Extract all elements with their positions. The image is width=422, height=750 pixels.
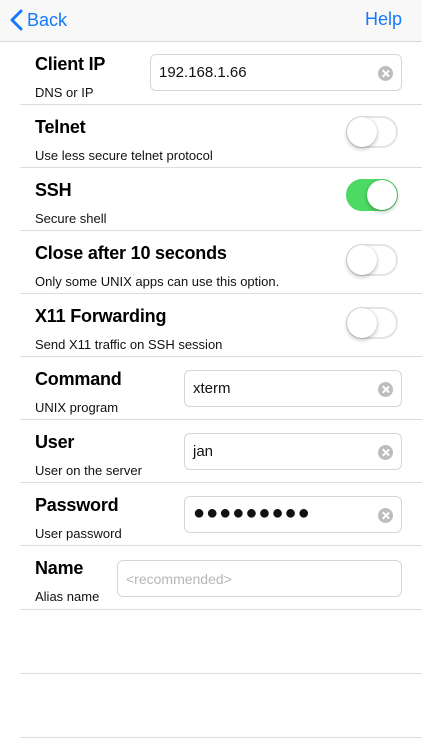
- telnet-row: Telnet Use less secure telnet protocol: [20, 105, 422, 168]
- ssh-subtitle: Secure shell: [35, 211, 107, 226]
- help-button[interactable]: Help: [365, 9, 402, 30]
- x11-toggle[interactable]: [346, 307, 398, 339]
- name-title: Name: [35, 558, 84, 578]
- client-ip-title: Client IP: [35, 54, 106, 74]
- x11-row: X11 Forwarding Send X11 traffic on SSH s…: [20, 294, 422, 357]
- toggle-knob: [347, 308, 377, 338]
- client-ip-value: 192.168.1.66: [159, 64, 247, 81]
- command-value: xterm: [193, 380, 231, 397]
- user-field[interactable]: jan: [184, 433, 402, 470]
- back-label: Back: [27, 9, 68, 30]
- command-field[interactable]: xterm: [184, 370, 402, 407]
- toggle-knob: [347, 117, 377, 147]
- password-value: ●●●●●●●●●: [193, 502, 311, 524]
- name-row: Name Alias name <recommended>: [20, 546, 422, 610]
- name-field[interactable]: <recommended>: [117, 560, 402, 597]
- name-subtitle: Alias name: [35, 589, 100, 604]
- toggle-knob: [367, 180, 397, 210]
- password-subtitle: User password: [35, 526, 122, 541]
- password-field[interactable]: ●●●●●●●●●: [184, 496, 402, 533]
- command-title: Command: [35, 369, 122, 389]
- x11-subtitle: Send X11 traffic on SSH session: [35, 337, 223, 352]
- telnet-title: Telnet: [35, 117, 86, 137]
- back-button[interactable]: Back: [10, 6, 67, 34]
- password-row: Password User password ●●●●●●●●●: [20, 483, 422, 546]
- user-row: User User on the server jan: [20, 420, 422, 483]
- telnet-toggle[interactable]: [346, 116, 398, 148]
- command-subtitle: UNIX program: [35, 400, 119, 415]
- client-ip-subtitle: DNS or IP: [35, 85, 94, 100]
- client-ip-row: Client IP DNS or IP 192.168.1.66: [20, 42, 422, 105]
- clear-icon[interactable]: [378, 445, 393, 460]
- close-after-toggle[interactable]: [346, 244, 398, 276]
- empty-row: [20, 610, 422, 674]
- user-title: User: [35, 432, 75, 452]
- ssh-toggle[interactable]: [346, 179, 398, 211]
- ssh-row: SSH Secure shell: [20, 168, 422, 231]
- password-title: Password: [35, 495, 119, 515]
- command-row: Command UNIX program xterm: [20, 357, 422, 420]
- close-after-subtitle: Only some UNIX apps can use this option.: [35, 274, 280, 289]
- navigation-bar: Back Help: [0, 0, 422, 42]
- toggle-knob: [347, 245, 377, 275]
- x11-title: X11 Forwarding: [35, 306, 167, 326]
- close-after-row: Close after 10 seconds Only some UNIX ap…: [20, 231, 422, 294]
- client-ip-field[interactable]: 192.168.1.66: [150, 54, 402, 91]
- telnet-subtitle: Use less secure telnet protocol: [35, 148, 213, 163]
- user-subtitle: User on the server: [35, 463, 142, 478]
- close-after-title: Close after 10 seconds: [35, 243, 227, 263]
- user-value: jan: [193, 443, 214, 460]
- ssh-title: SSH: [35, 180, 72, 200]
- empty-row: [20, 674, 422, 738]
- clear-icon[interactable]: [378, 508, 393, 523]
- clear-icon[interactable]: [378, 382, 393, 397]
- clear-icon[interactable]: [378, 66, 393, 81]
- chevron-left-icon: [10, 9, 23, 31]
- name-placeholder: <recommended>: [126, 571, 232, 587]
